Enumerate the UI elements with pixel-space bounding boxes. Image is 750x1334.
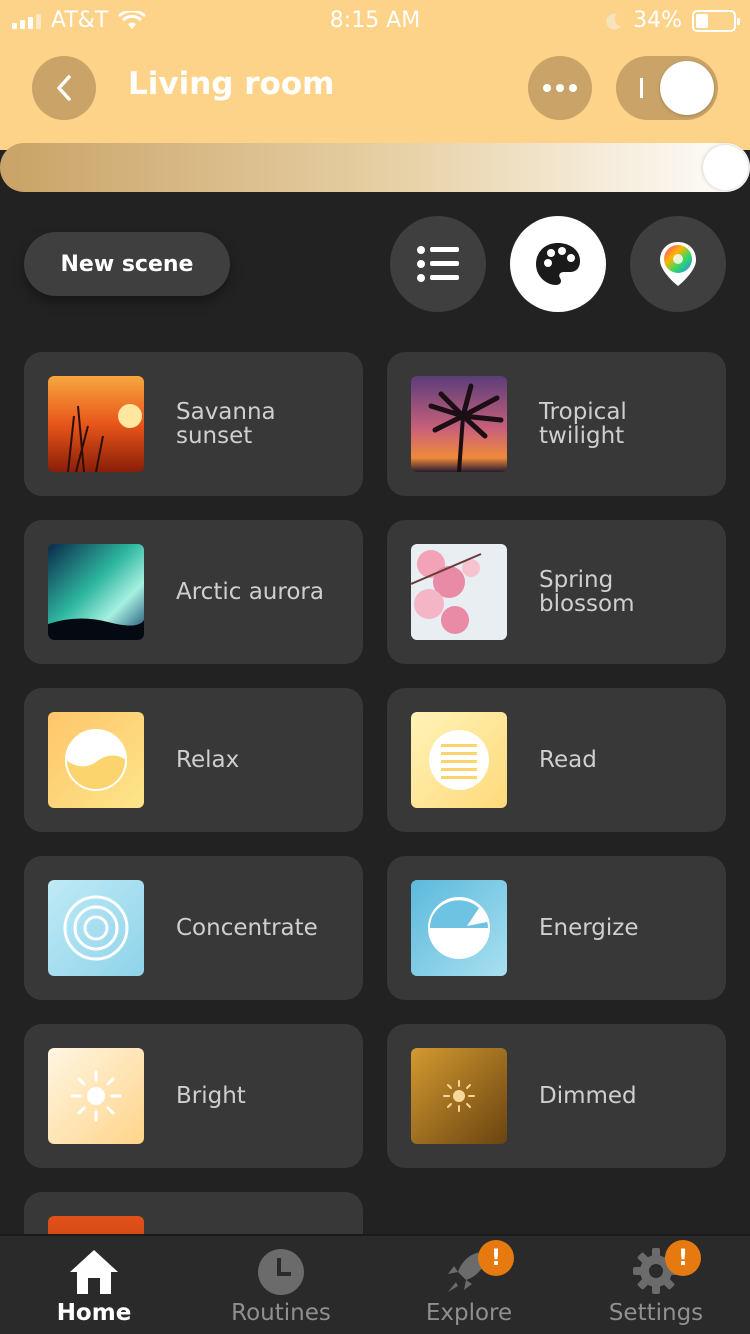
concentrate-thumb xyxy=(48,880,144,976)
scene-card-read[interactable]: Read xyxy=(387,688,726,832)
dimmed-sun-icon xyxy=(443,1080,475,1112)
scene-grid: Savanna sunset Tropical twilight Arctic … xyxy=(0,0,750,1234)
read-icon xyxy=(429,730,489,790)
scene-label: Read xyxy=(539,747,597,773)
clock-icon xyxy=(257,1236,305,1296)
tab-explore[interactable]: ! Explore xyxy=(375,1236,563,1334)
home-icon xyxy=(68,1236,120,1296)
scene-card-energize[interactable]: Energize xyxy=(387,856,726,1000)
tab-label: Routines xyxy=(231,1300,331,1326)
scene-card-savanna-sunset[interactable]: Savanna sunset xyxy=(24,352,363,496)
tab-label: Settings xyxy=(608,1300,704,1326)
tab-label: Home xyxy=(56,1300,132,1326)
bright-sun-icon xyxy=(70,1070,122,1122)
scene-label: Arctic aurora xyxy=(176,579,324,605)
tab-settings[interactable]: ! Settings xyxy=(562,1236,750,1334)
read-thumb xyxy=(411,712,507,808)
explore-alert-badge: ! xyxy=(478,1240,514,1276)
scene-label: Savanna sunset xyxy=(176,399,276,449)
scene-card-tropical-twilight[interactable]: Tropical twilight xyxy=(387,352,726,496)
scene-card-arctic-aurora[interactable]: Arctic aurora xyxy=(24,520,363,664)
tab-routines[interactable]: Routines xyxy=(187,1236,375,1334)
scene-card-concentrate[interactable]: Concentrate xyxy=(24,856,363,1000)
scene-label: Tropical twilight xyxy=(539,399,627,449)
tropical-twilight-photo xyxy=(411,376,507,472)
scene-label: Energize xyxy=(539,915,639,941)
bright-thumb xyxy=(48,1048,144,1144)
concentrate-icon xyxy=(63,895,129,961)
savanna-sunset-photo xyxy=(48,376,144,472)
settings-alert-badge: ! xyxy=(665,1240,701,1276)
scene-label: Bright xyxy=(176,1083,246,1109)
scene-thumb-partial xyxy=(48,1216,144,1234)
rocket-icon: ! xyxy=(444,1236,514,1296)
scene-card-bright[interactable]: Bright xyxy=(24,1024,363,1168)
gear-icon: ! xyxy=(631,1236,701,1296)
relax-icon xyxy=(65,729,127,791)
relax-thumb xyxy=(48,712,144,808)
tab-label: Explore xyxy=(425,1300,513,1326)
scene-label: Spring blossom xyxy=(539,567,635,617)
scene-card-relax[interactable]: Relax xyxy=(24,688,363,832)
scene-label: Dimmed xyxy=(539,1083,637,1109)
scene-card-partial[interactable] xyxy=(24,1192,363,1234)
spring-blossom-photo xyxy=(411,544,507,640)
scene-label: Relax xyxy=(176,747,240,773)
scene-card-spring-blossom[interactable]: Spring blossom xyxy=(387,520,726,664)
tab-home[interactable]: Home xyxy=(0,1236,188,1334)
tab-bar: Home Routines ! Explore ! Settings xyxy=(0,1234,750,1334)
dimmed-thumb xyxy=(411,1048,507,1144)
scene-label: Concentrate xyxy=(176,915,318,941)
energize-icon xyxy=(428,897,490,959)
scene-card-dimmed[interactable]: Dimmed xyxy=(387,1024,726,1168)
arctic-aurora-photo xyxy=(48,544,144,640)
energize-thumb xyxy=(411,880,507,976)
